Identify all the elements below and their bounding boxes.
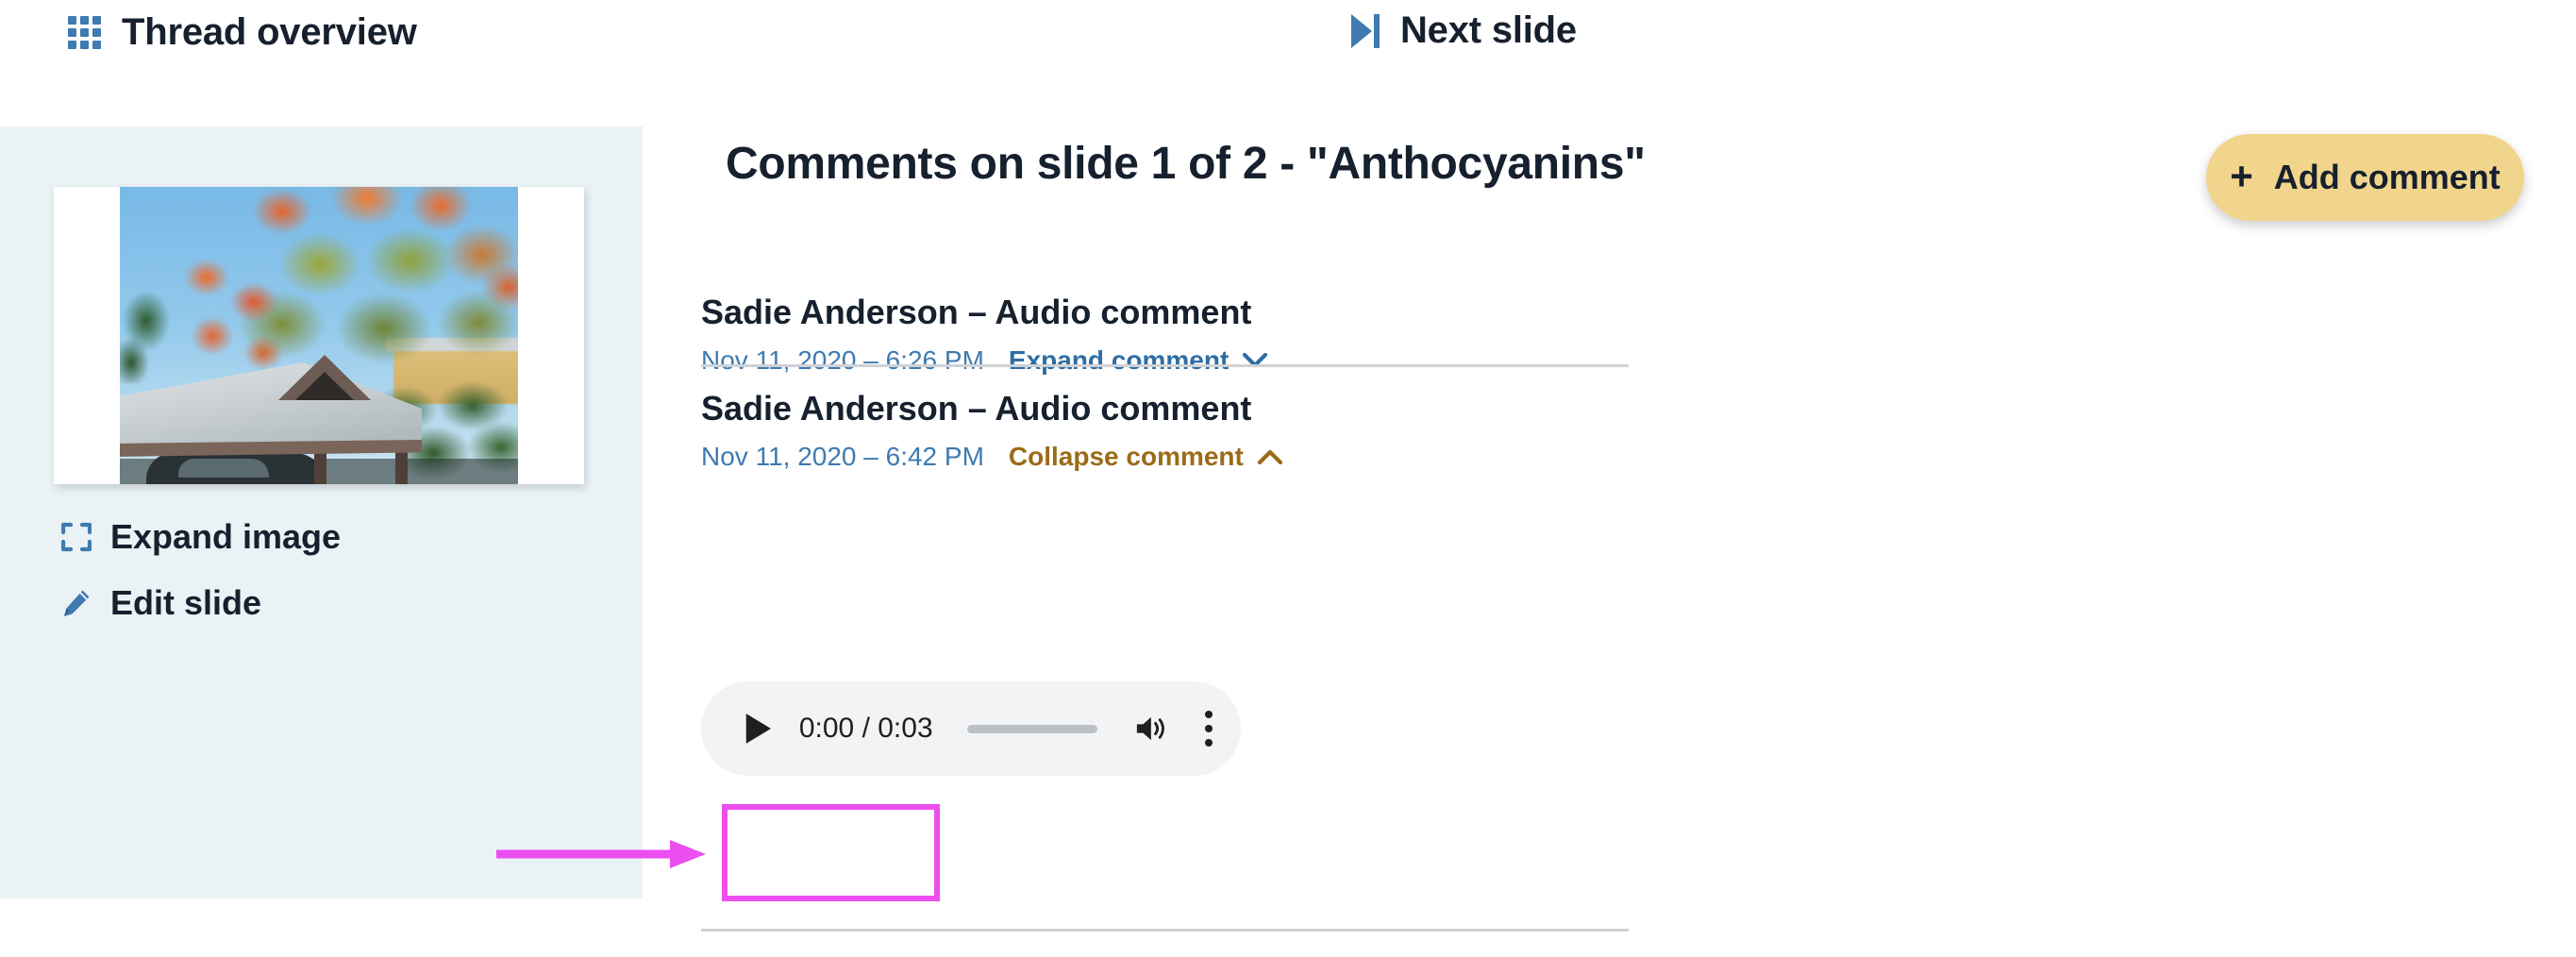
- audio-progress-track[interactable]: [966, 724, 1098, 733]
- collapse-comment-label: Collapse comment: [1008, 442, 1244, 471]
- edit-slide-button[interactable]: Edit slide: [61, 583, 261, 623]
- chevron-up-icon: [1257, 449, 1282, 465]
- next-slide-button[interactable]: Next slide: [1351, 9, 1577, 52]
- top-toolbar: Thread overview Next slide: [0, 0, 2576, 125]
- expand-image-label: Expand image: [110, 517, 342, 556]
- comment-timestamp: Nov 11, 2020 – 6:42 PM: [701, 442, 984, 471]
- audio-time-display: 0:00 / 0:03: [798, 713, 933, 744]
- expand-icon: [61, 522, 92, 552]
- next-slide-label: Next slide: [1400, 9, 1577, 51]
- slide-sidebar: Expand image Edit slide: [0, 126, 643, 898]
- add-comment-label: Add comment: [2273, 158, 2501, 196]
- comment-meta: Nov 11, 2020 – 6:42 PM Collapse comment: [701, 442, 1800, 472]
- plus-icon: +: [2230, 153, 2253, 198]
- play-icon[interactable]: [743, 711, 773, 747]
- comment-divider: [701, 929, 1629, 932]
- thread-overview-button[interactable]: Thread overview: [68, 11, 417, 54]
- expand-comment-label: Expand comment: [1008, 345, 1229, 375]
- volume-icon[interactable]: [1135, 714, 1167, 744]
- page-title: Comments on slide 1 of 2 - "Anthocyanins…: [726, 139, 1646, 189]
- pencil-icon: [64, 590, 90, 616]
- delete-button[interactable]: Delete: [941, 944, 1131, 957]
- collapse-comment-button[interactable]: Collapse comment: [1009, 442, 1282, 472]
- expand-image-button[interactable]: Expand image: [61, 517, 341, 557]
- grid-icon: [68, 16, 101, 49]
- reply-button[interactable]: Reply: [722, 944, 909, 957]
- edit-slide-label: Edit slide: [110, 583, 262, 622]
- comment-author: Sadie Anderson – Audio comment: [701, 293, 1252, 331]
- comment-divider: [701, 364, 1629, 367]
- audio-player[interactable]: 0:00 / 0:03: [701, 681, 1241, 776]
- skip-forward-icon: [1351, 13, 1380, 48]
- photo-car-window: [178, 459, 269, 478]
- comment-meta: Nov 11, 2020 – 6:26 PM Expand comment: [701, 345, 1800, 376]
- thread-overview-label: Thread overview: [122, 11, 417, 53]
- app-root: Thread overview Next slide Expand image …: [0, 0, 2576, 957]
- photo-tree-red: [175, 249, 297, 378]
- comment-timestamp: Nov 11, 2020 – 6:26 PM: [701, 345, 984, 375]
- add-comment-button[interactable]: + Add comment: [2206, 134, 2524, 221]
- comment-author: Sadie Anderson – Audio comment: [701, 389, 1252, 428]
- comment-item: Sadie Anderson – Audio comment Nov 11, 2…: [701, 293, 1800, 376]
- comment-actions: Reply Delete: [722, 944, 1131, 957]
- slide-thumbnail-image: [120, 187, 518, 484]
- more-vertical-icon[interactable]: [1205, 711, 1213, 747]
- comments-panel: Comments on slide 1 of 2 - "Anthocyanins…: [643, 126, 2576, 957]
- slide-thumbnail-card[interactable]: [54, 187, 584, 484]
- comment-item: Sadie Anderson – Audio comment Nov 11, 2…: [701, 389, 1800, 472]
- expand-comment-button[interactable]: Expand comment: [1008, 345, 1268, 376]
